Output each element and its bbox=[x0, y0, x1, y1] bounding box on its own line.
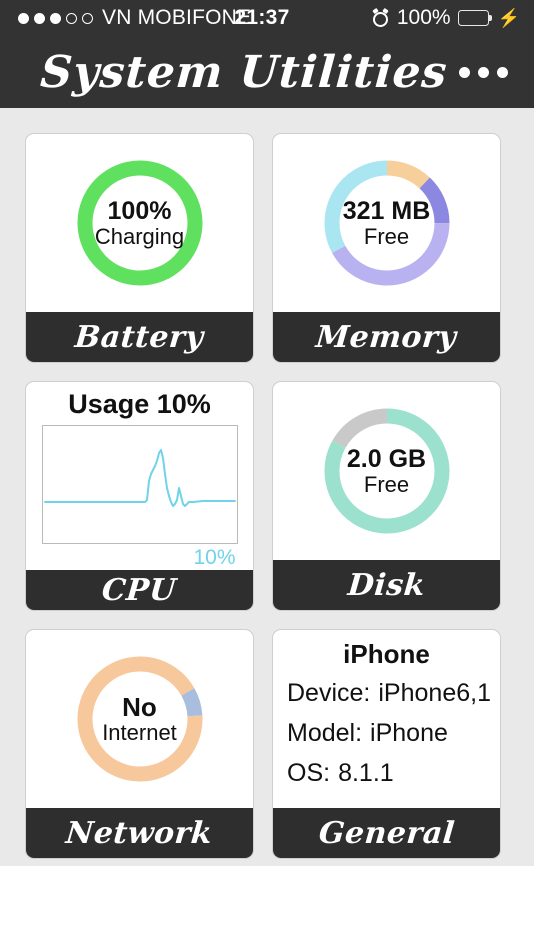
card-memory[interactable]: 321 MB Free Memory bbox=[272, 133, 501, 363]
battery-icon bbox=[458, 10, 492, 26]
battery-status: Charging bbox=[95, 225, 184, 248]
cpu-card-body: Usage 10% 10% bbox=[26, 382, 253, 570]
general-card-footer[interactable]: General bbox=[273, 808, 500, 858]
network-card-body: No Internet bbox=[26, 630, 253, 808]
memory-status: Free bbox=[364, 225, 409, 248]
battery-card-footer[interactable]: Battery bbox=[26, 312, 253, 362]
general-model-key: Model: bbox=[287, 719, 362, 748]
alarm-clock-icon bbox=[373, 10, 390, 27]
dashboard-scroll-area[interactable]: 100% Charging Battery bbox=[0, 108, 534, 866]
network-card-label: Network bbox=[65, 816, 214, 851]
network-donut-label: No Internet bbox=[77, 656, 203, 782]
general-device-key: Device: bbox=[287, 679, 370, 708]
memory-donut-chart: 321 MB Free bbox=[324, 160, 450, 286]
app-screen: VN MOBIFONE 21:37 100% ⚡ System Utilitie… bbox=[0, 0, 534, 950]
more-options-icon[interactable] bbox=[459, 67, 508, 78]
battery-percent-label: 100% bbox=[397, 6, 451, 30]
cpu-chart-svg bbox=[43, 426, 237, 543]
navigation-bar: System Utilities bbox=[0, 36, 534, 108]
card-cpu[interactable]: Usage 10% 10% CPU bbox=[25, 381, 254, 611]
network-card-footer[interactable]: Network bbox=[26, 808, 253, 858]
general-card-label: General bbox=[317, 816, 456, 851]
general-device-value: iPhone6,1 bbox=[378, 679, 491, 708]
network-status: Internet bbox=[102, 721, 177, 744]
general-os-value: 8.1.1 bbox=[338, 759, 394, 788]
charging-bolt-icon: ⚡ bbox=[498, 9, 520, 27]
disk-value: 2.0 GB bbox=[347, 446, 426, 473]
cpu-line-chart bbox=[42, 425, 238, 544]
network-donut-chart: No Internet bbox=[77, 656, 203, 782]
disk-card-label: Disk bbox=[346, 568, 426, 603]
disk-card-body: 2.0 GB Free bbox=[273, 382, 500, 560]
battery-card-body: 100% Charging bbox=[26, 134, 253, 312]
general-row-os: OS: 8.1.1 bbox=[273, 759, 500, 788]
memory-card-body: 321 MB Free bbox=[273, 134, 500, 312]
general-model-value: iPhone bbox=[370, 719, 448, 748]
utilities-grid: 100% Charging Battery bbox=[0, 108, 534, 859]
card-general[interactable]: iPhone Device: iPhone6,1 Model: iPhone O… bbox=[272, 629, 501, 859]
disk-donut-label: 2.0 GB Free bbox=[324, 408, 450, 534]
disk-status: Free bbox=[364, 473, 409, 496]
page-title: System Utilities bbox=[0, 47, 534, 98]
cpu-usage-title: Usage 10% bbox=[68, 389, 211, 420]
general-card-body: iPhone Device: iPhone6,1 Model: iPhone O… bbox=[273, 630, 500, 808]
battery-card-label: Battery bbox=[74, 320, 205, 355]
general-row-device: Device: iPhone6,1 bbox=[273, 679, 500, 708]
general-device-title: iPhone bbox=[343, 639, 430, 670]
battery-donut-chart: 100% Charging bbox=[77, 160, 203, 286]
network-value: No bbox=[122, 694, 157, 722]
memory-card-label: Memory bbox=[315, 320, 458, 355]
status-bar: VN MOBIFONE 21:37 100% ⚡ bbox=[0, 0, 534, 36]
card-network[interactable]: No Internet Network bbox=[25, 629, 254, 859]
memory-card-footer[interactable]: Memory bbox=[273, 312, 500, 362]
memory-value: 321 MB bbox=[343, 198, 431, 225]
status-bar-right: 100% ⚡ bbox=[373, 6, 520, 30]
card-battery[interactable]: 100% Charging Battery bbox=[25, 133, 254, 363]
cpu-usage-footer-label: 10% bbox=[42, 546, 238, 570]
card-disk[interactable]: 2.0 GB Free Disk bbox=[272, 381, 501, 611]
memory-donut-label: 321 MB Free bbox=[324, 160, 450, 286]
disk-donut-chart: 2.0 GB Free bbox=[324, 408, 450, 534]
battery-donut-label: 100% Charging bbox=[77, 160, 203, 286]
general-os-key: OS: bbox=[287, 759, 330, 788]
cpu-card-label: CPU bbox=[101, 573, 178, 608]
battery-value: 100% bbox=[108, 198, 172, 225]
cpu-card-footer[interactable]: CPU bbox=[26, 570, 253, 610]
disk-card-footer[interactable]: Disk bbox=[273, 560, 500, 610]
cpu-usage-line bbox=[45, 450, 235, 506]
general-row-model: Model: iPhone bbox=[273, 719, 500, 748]
